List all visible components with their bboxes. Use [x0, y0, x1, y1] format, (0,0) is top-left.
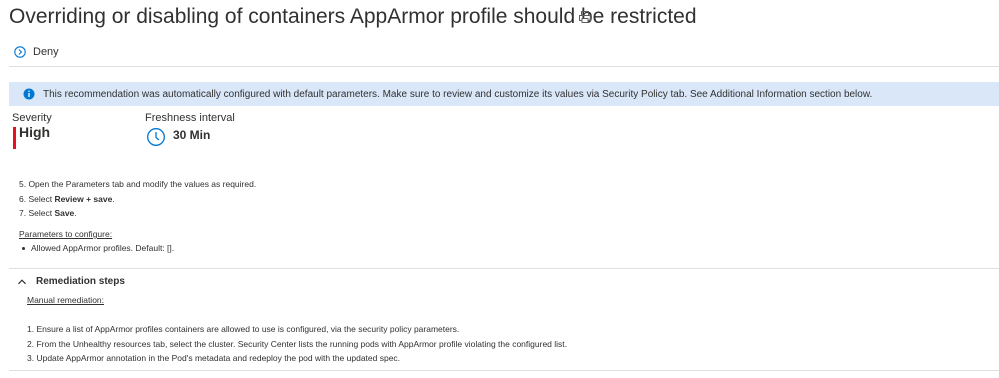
severity-indicator: [13, 127, 16, 149]
freshness-label: Freshness interval: [145, 112, 235, 124]
parameter-text: Allowed AppArmor profiles. Default: [].: [31, 243, 175, 253]
remediation-step: 2. From the Unhealthy resources tab, sel…: [27, 339, 568, 349]
chevron-right-circle-icon: [14, 46, 26, 58]
divider: [9, 370, 999, 371]
parameters-title: Parameters to configure:: [19, 229, 113, 239]
effect-deny: Deny: [14, 46, 59, 58]
step-item: 6. Select Review + save.: [19, 194, 115, 204]
info-icon: [23, 88, 35, 100]
severity-value: High: [19, 124, 51, 140]
print-icon[interactable]: [578, 10, 592, 24]
bullet-icon: [22, 247, 25, 251]
step-item: 5. Open the Parameters tab and modify th…: [19, 179, 256, 189]
remediation-step: 1. Ensure a list of AppArmor profiles co…: [27, 324, 460, 334]
page-title: Overriding or disabling of containers Ap…: [9, 5, 697, 28]
effect-label: Deny: [33, 46, 59, 58]
divider: [9, 66, 999, 67]
step-text: 6. Select: [19, 194, 55, 204]
info-banner-text: This recommendation was automatically co…: [43, 88, 873, 100]
remediation-section-toggle[interactable]: Remediation steps: [17, 276, 125, 287]
info-banner: This recommendation was automatically co…: [9, 82, 999, 106]
chevron-up-icon[interactable]: [17, 277, 27, 287]
remediation-step: 3. Update AppArmor annotation in the Pod…: [27, 353, 401, 363]
step-text: 7. Select: [19, 208, 55, 218]
step-suffix: .: [112, 194, 115, 204]
manual-remediation-label: Manual remediation:: [27, 295, 105, 305]
remediation-title: Remediation steps: [36, 276, 125, 287]
step-item: 7. Select Save.: [19, 208, 77, 218]
step-text: 5. Open the Parameters tab and modify th…: [19, 179, 257, 189]
step-bold-text: Save: [54, 208, 75, 218]
step-bold-text: Review + save: [54, 194, 113, 204]
step-suffix: .: [74, 208, 77, 218]
freshness-value: 30 Min: [173, 128, 211, 142]
parameter-item: Allowed AppArmor profiles. Default: [].: [22, 243, 174, 253]
divider: [9, 268, 999, 269]
severity-label: Severity: [12, 112, 52, 124]
clock-icon: [146, 127, 166, 152]
